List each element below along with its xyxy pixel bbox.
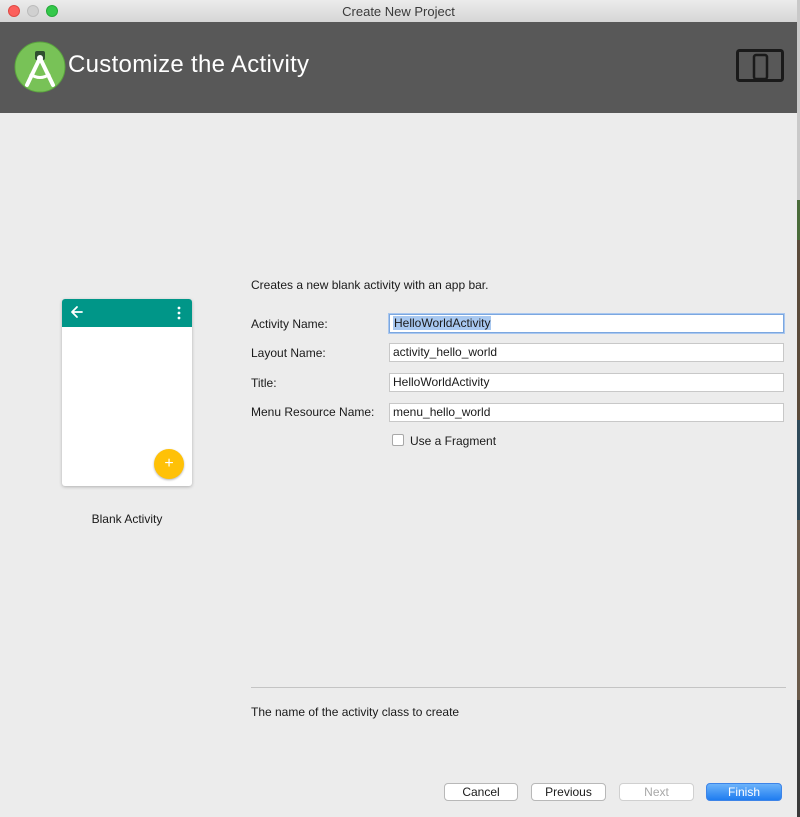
form-factor-devices-icon	[736, 49, 784, 82]
overflow-menu-icon	[177, 306, 181, 320]
floating-action-button-icon: +	[154, 449, 184, 479]
title-label: Title:	[251, 376, 277, 390]
create-project-window: Create New Project Customize the Activit…	[0, 0, 797, 817]
help-divider	[251, 687, 786, 688]
layout-name-field[interactable]: activity_hello_world	[389, 343, 784, 362]
back-arrow-icon	[71, 306, 83, 318]
preview-app-bar	[62, 299, 192, 327]
template-name-label: Blank Activity	[91, 512, 163, 526]
field-help-text: The name of the activity class to create	[251, 705, 460, 719]
wizard-header: Customize the Activity	[0, 22, 797, 113]
title-field[interactable]: HelloWorldActivity	[389, 373, 784, 392]
previous-button[interactable]: Previous	[531, 783, 606, 801]
menu-resource-name-label: Menu Resource Name:	[251, 405, 375, 419]
activity-name-label: Activity Name:	[251, 317, 328, 331]
android-studio-logo-icon	[14, 41, 66, 93]
activity-template-preview: +	[62, 299, 192, 486]
page-title: Customize the Activity	[68, 51, 310, 78]
window-title: Create New Project	[342, 4, 455, 19]
menu-resource-name-field[interactable]: menu_hello_world	[389, 403, 784, 422]
use-fragment-label[interactable]: Use a Fragment	[410, 434, 496, 448]
cancel-button[interactable]: Cancel	[444, 783, 518, 801]
title-bar: Create New Project	[0, 0, 797, 23]
activity-name-value: HelloWorldActivity	[393, 316, 492, 330]
next-button[interactable]: Next	[619, 783, 694, 801]
use-fragment-checkbox[interactable]	[392, 434, 404, 446]
finish-button[interactable]: Finish	[706, 783, 782, 801]
activity-name-field[interactable]: HelloWorldActivity	[389, 314, 784, 333]
layout-name-label: Layout Name:	[251, 346, 326, 360]
template-description: Creates a new blank activity with an app…	[251, 278, 489, 292]
